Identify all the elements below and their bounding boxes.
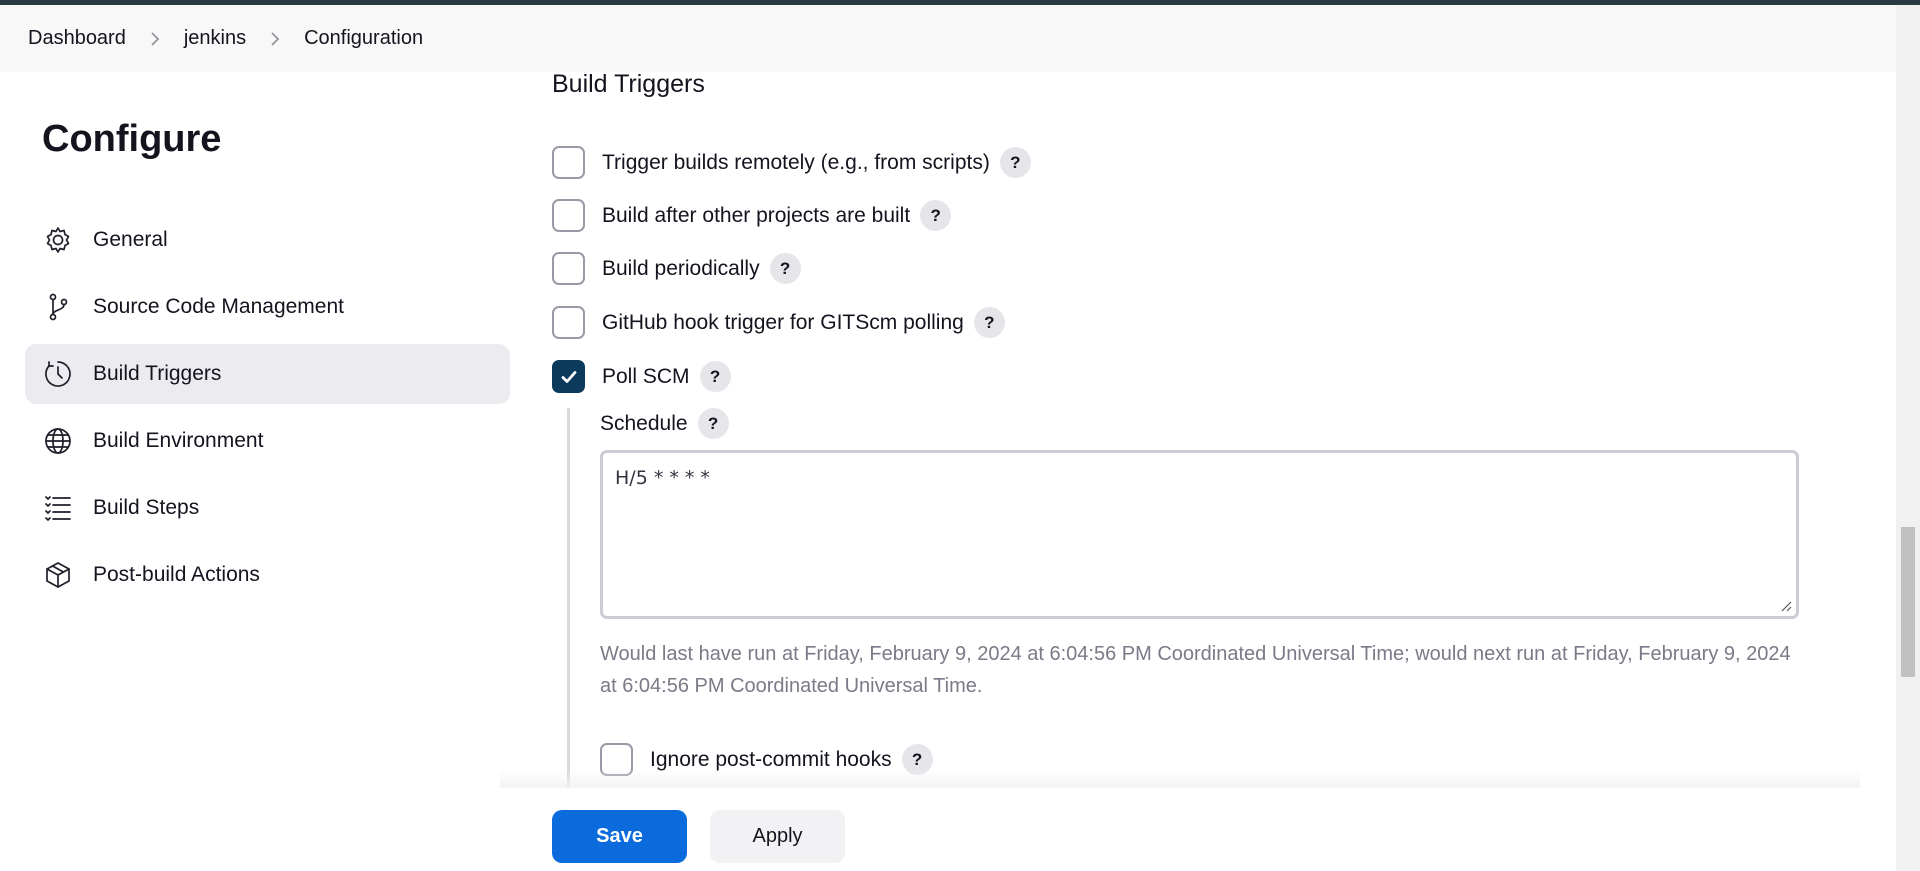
poll-scm-checkbox[interactable] [552, 360, 585, 393]
help-icon[interactable]: ? [973, 307, 1005, 338]
bottom-bar-shadow [500, 770, 1860, 790]
github-hook-trigger-checkbox[interactable] [552, 306, 585, 339]
option-label: Poll SCM [602, 364, 690, 388]
sidebar-item-post-build-actions[interactable]: Post-build Actions [25, 545, 510, 605]
chevron-right-icon [268, 31, 282, 46]
option-label: Build periodically [602, 256, 760, 280]
package-icon [43, 560, 73, 590]
schedule-label-row: Schedule ? [600, 408, 729, 439]
option-build-periodically: Build periodically ? [552, 252, 801, 285]
help-icon[interactable]: ? [769, 253, 801, 284]
option-label: Ignore post-commit hooks [650, 747, 892, 771]
breadcrumb-dashboard[interactable]: Dashboard [28, 27, 126, 50]
sidebar-item-build-environment[interactable]: Build Environment [25, 411, 510, 471]
page-title: Configure [42, 118, 222, 160]
list-icon [43, 493, 73, 523]
help-icon[interactable]: ? [699, 361, 731, 392]
option-trigger-remotely: Trigger builds remotely (e.g., from scri… [552, 146, 1031, 179]
option-label: Trigger builds remotely (e.g., from scri… [602, 150, 990, 174]
clock-icon [43, 359, 73, 389]
sidebar-item-build-steps[interactable]: Build Steps [25, 478, 510, 538]
sidebar-item-label: General [93, 228, 168, 251]
trigger-remotely-checkbox[interactable] [552, 146, 585, 179]
check-icon [561, 370, 576, 383]
option-label: GitHub hook trigger for GITScm polling [602, 310, 964, 334]
option-github-hook-trigger: GitHub hook trigger for GITScm polling ? [552, 306, 1005, 339]
save-button[interactable]: Save [552, 810, 687, 863]
sidebar-item-label: Build Triggers [93, 362, 222, 385]
bottom-action-bar [0, 788, 1896, 871]
schedule-value: H/5 * * * * [615, 467, 710, 489]
gear-icon [43, 225, 73, 255]
breadcrumb-jenkins[interactable]: jenkins [184, 27, 246, 50]
option-poll-scm: Poll SCM ? [552, 360, 731, 393]
schedule-textarea[interactable]: H/5 * * * * [600, 450, 1799, 619]
section-title: Build Triggers [552, 70, 705, 98]
branch-icon [43, 292, 73, 322]
sidebar-item-general[interactable]: General [25, 210, 510, 270]
help-icon[interactable]: ? [999, 147, 1031, 178]
schedule-label: Schedule [600, 411, 688, 435]
sidebar-item-label: Build Environment [93, 429, 264, 452]
sidebar-item-build-triggers[interactable]: Build Triggers [25, 344, 510, 404]
sidebar-item-source-code-management[interactable]: Source Code Management [25, 277, 510, 337]
globe-icon [43, 426, 73, 456]
vertical-scrollbar[interactable] [1896, 5, 1920, 871]
option-build-after-other-projects: Build after other projects are built ? [552, 199, 952, 232]
sidebar-item-label: Post-build Actions [93, 563, 260, 586]
resize-handle-icon[interactable] [1780, 600, 1792, 612]
help-icon[interactable]: ? [920, 200, 952, 231]
sidebar-nav: General Source Code Management Build Tri… [25, 210, 510, 612]
build-after-other-projects-checkbox[interactable] [552, 199, 585, 232]
nested-section-divider [567, 408, 570, 788]
sidebar-item-label: Build Steps [93, 496, 200, 519]
build-periodically-checkbox[interactable] [552, 252, 585, 285]
chevron-right-icon [148, 31, 162, 46]
breadcrumb: Dashboard jenkins Configuration [0, 5, 1896, 72]
breadcrumb-configuration[interactable]: Configuration [304, 27, 423, 50]
apply-button[interactable]: Apply [710, 810, 845, 863]
sidebar-item-label: Source Code Management [93, 295, 344, 318]
option-label: Build after other projects are built [602, 203, 911, 227]
help-icon[interactable]: ? [697, 408, 729, 439]
schedule-info-text: Would last have run at Friday, February … [600, 643, 1791, 697]
scrollbar-thumb[interactable] [1901, 527, 1915, 677]
